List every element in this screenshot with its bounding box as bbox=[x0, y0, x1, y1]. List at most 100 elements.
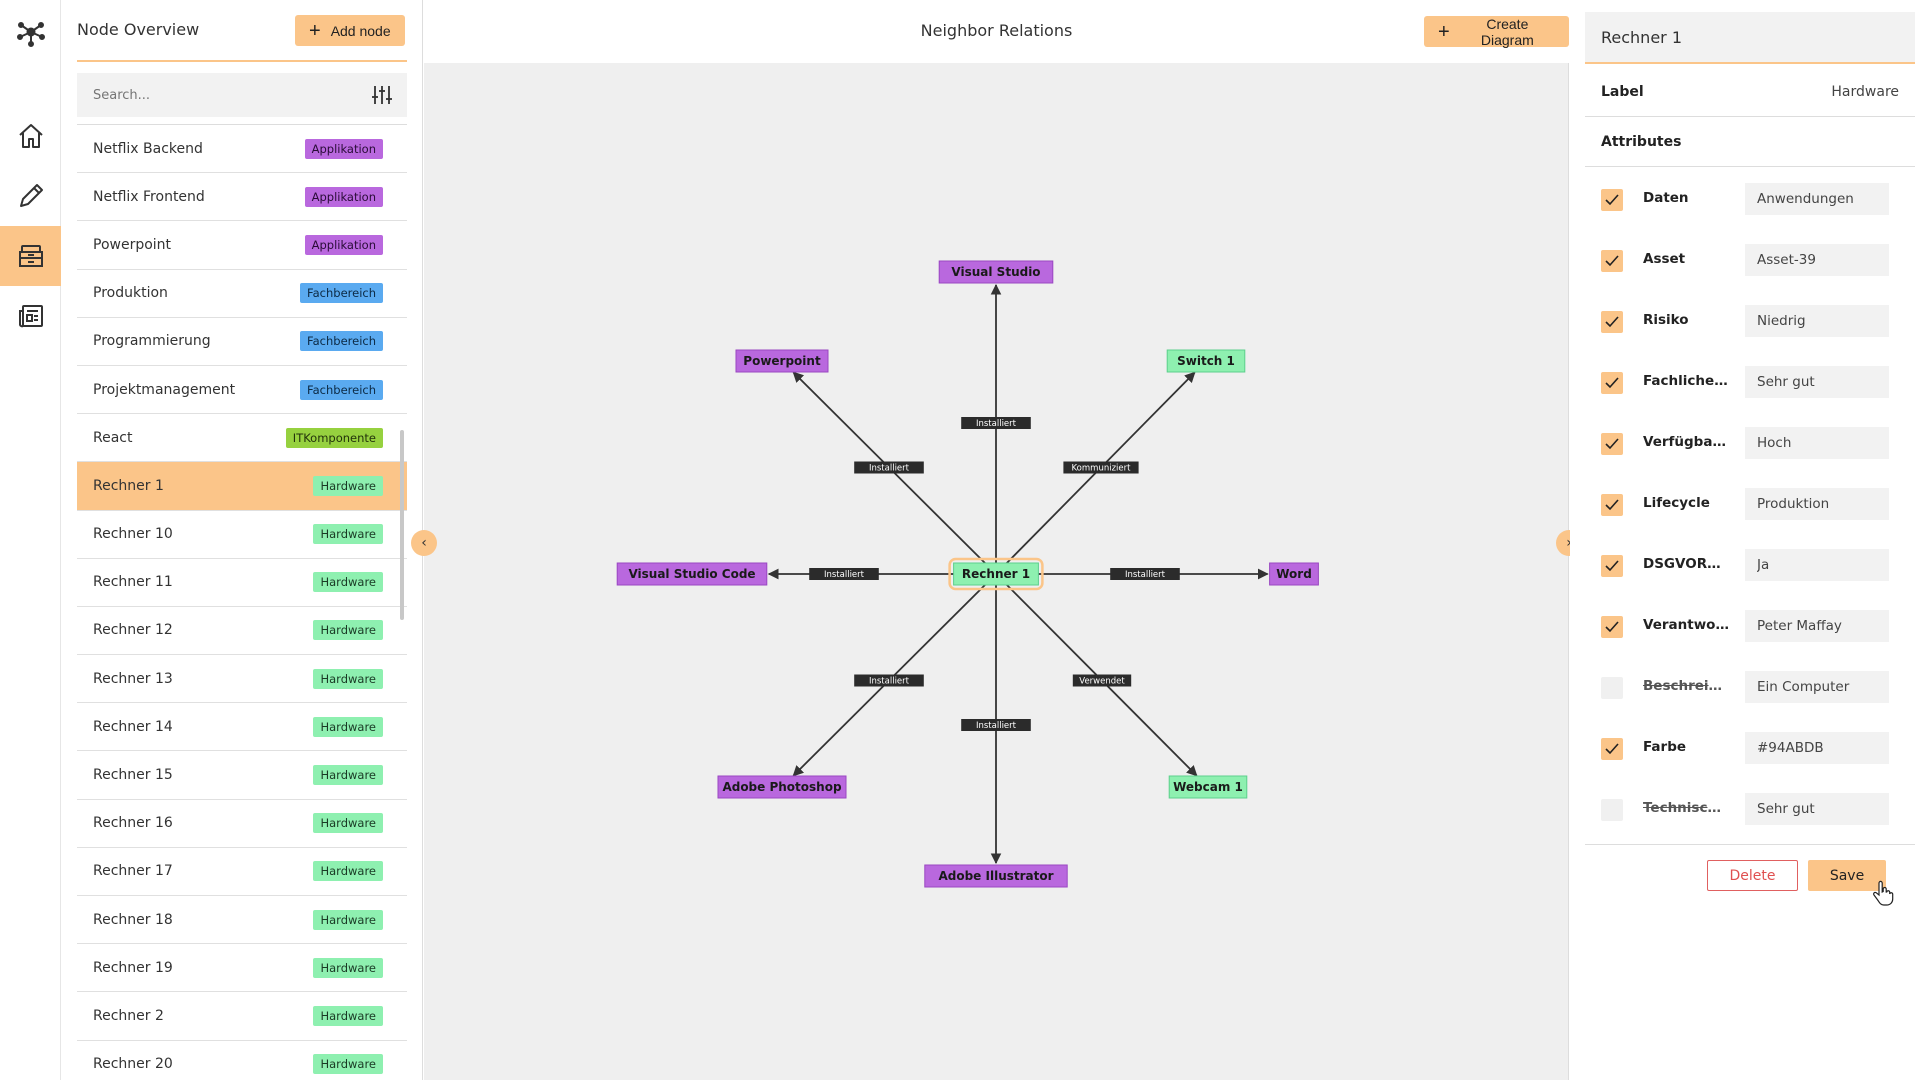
attribute-value-field[interactable] bbox=[1745, 366, 1889, 398]
delete-button[interactable]: Delete bbox=[1707, 860, 1798, 891]
attribute-value-field[interactable] bbox=[1745, 488, 1889, 520]
node-name-field[interactable] bbox=[1585, 12, 1915, 64]
node-list-item[interactable]: Netflix Frontend Applikation bbox=[77, 173, 407, 222]
graph-node[interactable]: Word bbox=[1269, 562, 1319, 586]
node-list-item-label: Rechner 12 bbox=[93, 622, 173, 639]
attribute-value-field[interactable] bbox=[1745, 610, 1889, 642]
node-list-item[interactable]: Rechner 12 Hardware bbox=[77, 607, 407, 656]
graph-node[interactable]: Adobe Photoshop bbox=[717, 775, 847, 799]
node-type-badge: Applikation bbox=[304, 138, 383, 159]
node-list-item-label: Rechner 16 bbox=[93, 815, 173, 832]
list-scrollbar[interactable] bbox=[400, 430, 404, 620]
node-type-badge: Hardware bbox=[313, 620, 383, 641]
collapse-left-button[interactable]: ‹ bbox=[411, 530, 437, 556]
node-list-item-label: Rechner 18 bbox=[93, 911, 173, 928]
archive-icon[interactable] bbox=[0, 226, 61, 286]
node-type-badge: Hardware bbox=[313, 716, 383, 737]
edge-label: Installiert bbox=[961, 719, 1031, 731]
attribute-checkbox[interactable] bbox=[1601, 616, 1623, 638]
node-list-item-label: Rechner 19 bbox=[93, 959, 173, 976]
center-node[interactable]: Rechner 1 bbox=[953, 562, 1039, 586]
divider bbox=[1585, 844, 1915, 845]
icon-sidebar bbox=[0, 0, 61, 1080]
node-type-badge: Hardware bbox=[313, 475, 383, 496]
node-list-item[interactable]: Rechner 15 Hardware bbox=[77, 751, 407, 800]
node-list-item[interactable]: Netflix Backend Applikation bbox=[77, 125, 407, 174]
node-list-item[interactable]: Rechner 17 Hardware bbox=[77, 848, 407, 896]
graph-node[interactable]: Adobe Illustrator bbox=[924, 864, 1068, 888]
attribute-value-field[interactable] bbox=[1745, 244, 1889, 276]
attribute-name: Asset bbox=[1643, 251, 1686, 267]
node-type-badge: Fachbereich bbox=[300, 283, 383, 304]
node-list-item[interactable]: Produktion Fachbereich bbox=[77, 270, 407, 318]
node-list-item[interactable]: React ITKomponente bbox=[77, 414, 407, 463]
neighbor-graph[interactable]: Installiert Visual Studio Kommuniziert Swit… bbox=[424, 0, 1569, 1080]
graph-node[interactable]: Webcam 1 bbox=[1168, 775, 1248, 799]
attribute-checkbox[interactable] bbox=[1601, 189, 1623, 211]
attribute-value-field[interactable] bbox=[1745, 671, 1889, 703]
attribute-checkbox[interactable] bbox=[1601, 311, 1623, 333]
graph-node-label: Word bbox=[1276, 567, 1312, 581]
diagram-canvas[interactable]: Installiert Visual Studio Kommuniziert Swit… bbox=[411, 0, 1582, 1080]
attribute-name: Beschreibu... bbox=[1643, 678, 1729, 694]
node-list-item-label: Rechner 15 bbox=[93, 767, 173, 784]
attribute-value-field[interactable] bbox=[1745, 549, 1889, 581]
newspaper-icon[interactable] bbox=[0, 286, 61, 346]
node-list-item[interactable]: Rechner 10 Hardware bbox=[77, 511, 407, 559]
graph-node-label: Adobe Illustrator bbox=[938, 869, 1053, 883]
node-list-item[interactable]: Rechner 20 Hardware bbox=[77, 1041, 407, 1080]
node-list-item[interactable]: Powerpoint Applikation bbox=[77, 221, 407, 270]
attribute-checkbox[interactable] bbox=[1601, 738, 1623, 760]
node-list-item[interactable]: Rechner 11 Hardware bbox=[77, 559, 407, 607]
node-list-item[interactable]: Rechner 2 Hardware bbox=[77, 992, 407, 1041]
filter-sliders-icon[interactable] bbox=[371, 84, 393, 106]
pencil-icon[interactable] bbox=[0, 166, 61, 226]
node-list-item[interactable]: Rechner 18 Hardware bbox=[77, 896, 407, 945]
node-type-badge: Hardware bbox=[313, 861, 383, 882]
node-list-item[interactable]: Programmierung Fachbereich bbox=[77, 318, 407, 366]
node-list-item-label: Programmierung bbox=[93, 333, 211, 350]
plus-icon: + bbox=[1438, 20, 1450, 43]
attribute-value-field[interactable] bbox=[1745, 183, 1889, 215]
add-node-button[interactable]: + Add node bbox=[295, 15, 405, 46]
attribute-checkbox[interactable] bbox=[1601, 372, 1623, 394]
node-list-item-label: Rechner 17 bbox=[93, 863, 173, 880]
add-node-label: Add node bbox=[330, 22, 391, 39]
panel-title: Node Overview bbox=[77, 20, 200, 39]
edge-label: Installiert bbox=[854, 461, 924, 474]
node-list-item[interactable]: Rechner 19 Hardware bbox=[77, 944, 407, 993]
attribute-value-field[interactable] bbox=[1745, 305, 1889, 337]
node-type-badge: Hardware bbox=[313, 765, 383, 786]
canvas-title: Neighbor Relations bbox=[920, 21, 1073, 40]
node-type-badge: Fachbereich bbox=[300, 331, 383, 352]
create-diagram-button[interactable]: + Create Diagram bbox=[1424, 16, 1569, 48]
graph-node[interactable]: Visual Studio Code bbox=[616, 562, 768, 586]
attribute-checkbox[interactable] bbox=[1601, 494, 1623, 516]
graph-node[interactable]: Visual Studio bbox=[938, 260, 1054, 284]
graph-node[interactable]: Switch 1 bbox=[1166, 349, 1246, 373]
attribute-value-field[interactable] bbox=[1745, 793, 1889, 825]
node-list-item[interactable]: Rechner 13 Hardware bbox=[77, 655, 407, 704]
home-icon[interactable] bbox=[0, 106, 61, 166]
search-input[interactable] bbox=[77, 73, 357, 117]
node-type-badge: Hardware bbox=[313, 813, 383, 834]
graph-node[interactable]: Powerpoint bbox=[735, 349, 829, 373]
attributes-heading-row: Attributes bbox=[1585, 117, 1915, 167]
attribute-checkbox[interactable] bbox=[1601, 677, 1623, 699]
attribute-checkbox[interactable] bbox=[1601, 799, 1623, 821]
attribute-checkbox[interactable] bbox=[1601, 555, 1623, 577]
attribute-checkbox[interactable] bbox=[1601, 250, 1623, 272]
node-list-item[interactable]: Rechner 14 Hardware bbox=[77, 703, 407, 752]
node-list-item[interactable]: Rechner 16 Hardware bbox=[77, 800, 407, 848]
edge-label-text: Installiert bbox=[869, 464, 910, 474]
attribute-name: Risiko bbox=[1643, 312, 1689, 328]
graph-logo-icon[interactable] bbox=[0, 2, 61, 62]
attribute-value-field[interactable] bbox=[1745, 427, 1889, 459]
attribute-value-field[interactable] bbox=[1745, 732, 1889, 764]
node-list-item[interactable]: Rechner 1 Hardware bbox=[77, 462, 407, 511]
node-list-item-label: Netflix Backend bbox=[93, 140, 203, 157]
node-list-item[interactable]: Projektmanagement Fachbereich bbox=[77, 366, 407, 415]
attribute-checkbox[interactable] bbox=[1601, 433, 1623, 455]
center-node-label: Rechner 1 bbox=[962, 567, 1030, 581]
attribute-row: Technische... bbox=[1585, 778, 1915, 839]
